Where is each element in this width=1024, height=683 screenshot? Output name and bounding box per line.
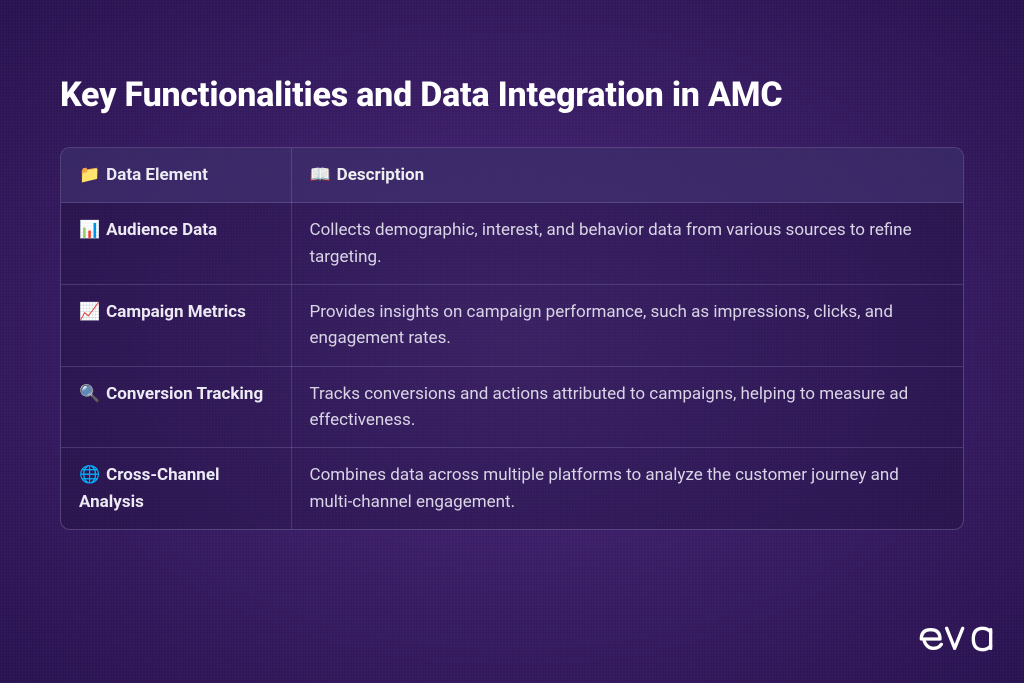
globe-icon: 🌐 — [79, 462, 100, 488]
bar-chart-icon: 📊 — [79, 217, 100, 243]
header-data-element: 📁 Data Element — [61, 148, 291, 203]
table-header-row: 📁 Data Element 📖 Description — [61, 148, 963, 203]
row-description: Tracks conversions and actions attribute… — [291, 366, 963, 448]
table-row: 🔍 Conversion Tracking Tracks conversions … — [61, 366, 963, 448]
row-element: 🌐Cross-Channel Analysis — [61, 448, 291, 529]
row-element: 📊 Audience Data — [61, 203, 291, 285]
header-description: 📖 Description — [291, 148, 963, 203]
table-row: 📊 Audience Data Collects demographic, int… — [61, 203, 963, 285]
magnifier-icon: 🔍 — [79, 381, 100, 407]
row-description: Provides insights on campaign performanc… — [291, 285, 963, 367]
trend-chart-icon: 📈 — [79, 299, 100, 325]
row-element-name: Campaign Metrics — [106, 302, 246, 322]
folder-icon: 📁 — [79, 162, 100, 188]
page-title: Key Functionalities and Data Integration… — [60, 75, 964, 115]
table-row: 📈 Campaign Metrics Provides insights on c… — [61, 285, 963, 367]
book-icon: 📖 — [310, 162, 331, 188]
row-description: Collects demographic, interest, and beha… — [291, 203, 963, 285]
row-element-name: Audience Data — [106, 220, 217, 240]
row-element: 🔍 Conversion Tracking — [61, 366, 291, 448]
data-table-container: 📁 Data Element 📖 Description 📊 Audience Dat… — [60, 147, 964, 530]
table-row: 🌐Cross-Channel Analysis Combines data ac… — [61, 448, 963, 529]
header-description-label: Description — [337, 165, 424, 185]
row-element-name: Conversion Tracking — [106, 384, 263, 404]
data-table: 📁 Data Element 📖 Description 📊 Audience Dat… — [61, 148, 963, 529]
slide-content: Key Functionalities and Data Integration… — [0, 0, 1024, 530]
row-element: 📈 Campaign Metrics — [61, 285, 291, 367]
header-element-label: Data Element — [106, 165, 208, 185]
row-description: Combines data across multiple platforms … — [291, 448, 963, 529]
brand-logo — [916, 615, 996, 663]
